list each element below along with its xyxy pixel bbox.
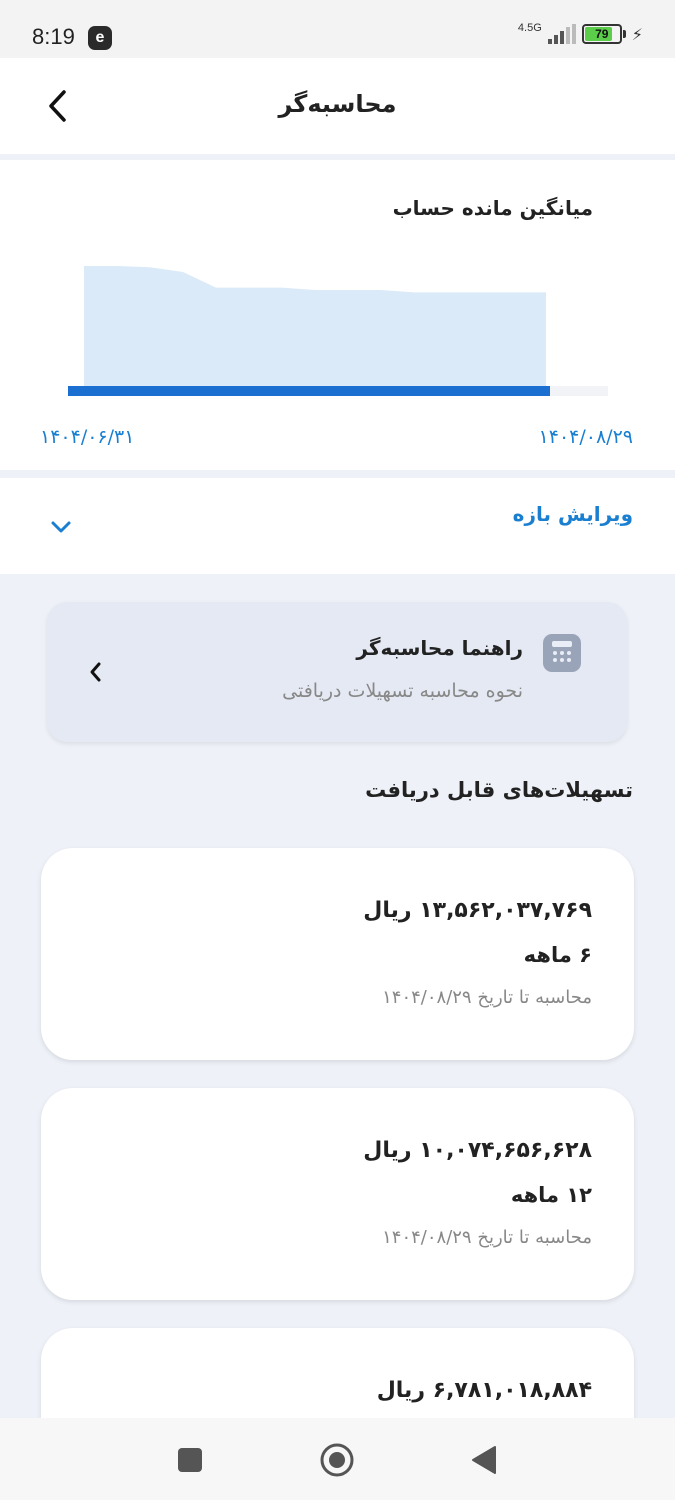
status-bar: 8:19 e 4.5G 79 ⚡ [0, 0, 675, 58]
loan-amount: ۱۰,۰۷۴,۶۵۶,۶۲۸ ریال [363, 1138, 592, 1163]
recents-button[interactable] [170, 1440, 210, 1480]
square-icon [178, 1448, 202, 1472]
app-notification-icon: e [88, 26, 112, 50]
receivable-loans-title: تسهیلات‌های قابل دریافت [365, 778, 633, 802]
chart-start-date: ۱۴۰۴/۰۸/۲۹ [538, 426, 633, 448]
balance-area [84, 266, 546, 386]
status-time: 8:19 [32, 24, 75, 49]
battery-tip [622, 30, 626, 38]
chart-progress-bar [68, 386, 550, 396]
home-button[interactable] [317, 1440, 357, 1480]
loan-calc-date: محاسبه تا تاریخ ۱۴۰۴/۰۸/۲۹ [382, 1227, 592, 1248]
network-type: 4.5G [517, 21, 542, 34]
calculator-guide-card[interactable]: راهنما محاسبه‌گر نحوه محاسبه تسهیلات دری… [47, 602, 627, 742]
calculator-icon [543, 634, 581, 672]
loan-card[interactable]: ۱۰,۰۷۴,۶۵۶,۶۲۸ ریال ۱۲ ماهه محاسبه تا تا… [41, 1088, 634, 1300]
status-indicators: 4.5G 79 ⚡ [517, 21, 643, 44]
loan-amount: ۶,۷۸۱,۰۱۸,۸۸۴ ریال [376, 1378, 592, 1403]
triangle-back-icon [472, 1446, 496, 1474]
loan-card[interactable]: ۱۳,۵۶۲,۰۳۷,۷۶۹ ریال ۶ ماهه محاسبه تا تار… [41, 848, 634, 1060]
balance-chart [68, 266, 608, 396]
guide-subtitle: نحوه محاسبه تسهیلات دریافتی [282, 680, 523, 702]
loan-term: ۱۲ ماهه [510, 1183, 592, 1207]
edit-range-row[interactable]: ویرایش بازه [0, 478, 675, 574]
circle-icon [320, 1443, 354, 1477]
back-nav-button[interactable] [464, 1440, 504, 1480]
charging-icon: ⚡ [631, 24, 643, 44]
battery-icon: 79 [581, 24, 622, 44]
average-balance-card: میانگین مانده حساب ۱۴۰۴/۰۸/۲۹ ۱۴۰۴/۰۶/۳۱ [0, 160, 675, 470]
guide-title: راهنما محاسبه‌گر [356, 636, 523, 660]
system-nav-bar [0, 1418, 675, 1500]
battery-level: 79 [595, 27, 609, 41]
edit-range-label[interactable]: ویرایش بازه [513, 502, 633, 526]
loan-term: ۶ ماهه [523, 943, 592, 967]
app-header: محاسبه‌گر [0, 58, 675, 154]
loan-calc-date: محاسبه تا تاریخ ۱۴۰۴/۰۸/۲۹ [382, 987, 592, 1008]
chevron-down-icon[interactable] [48, 514, 74, 540]
chart-end-date: ۱۴۰۴/۰۶/۳۱ [40, 426, 135, 448]
loan-amount: ۱۳,۵۶۲,۰۳۷,۷۶۹ ریال [363, 898, 592, 923]
signal-icon [547, 24, 576, 44]
chevron-left-icon [90, 662, 101, 682]
page-title: محاسبه‌گر [278, 90, 397, 118]
